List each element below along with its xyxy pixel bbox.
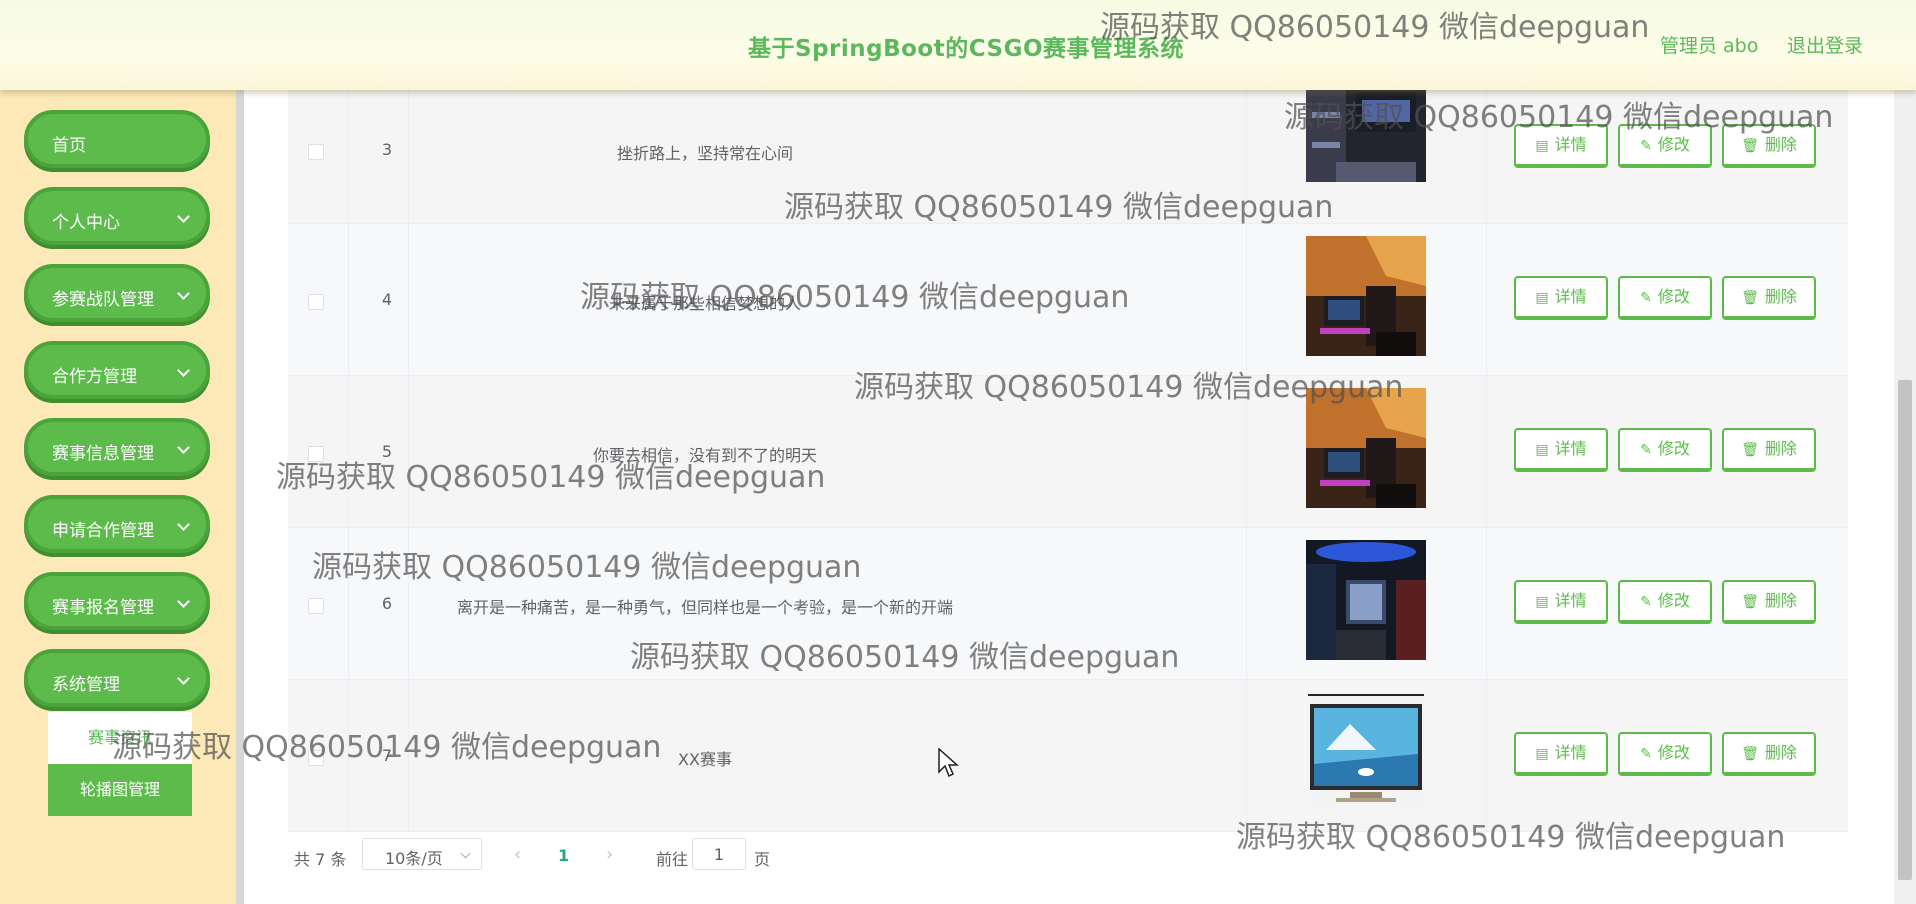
edit-button[interactable]: ✎ 修改 bbox=[1618, 732, 1712, 776]
document-icon: ▤ bbox=[1535, 290, 1549, 306]
delete-button[interactable]: 🗑 删除 bbox=[1722, 428, 1816, 472]
sidebar-item-teams[interactable]: 参赛战队管理 bbox=[24, 264, 210, 322]
row-title: 挫折路上，坚持常在心间 bbox=[616, 144, 793, 163]
row-checkbox[interactable] bbox=[308, 144, 324, 160]
document-icon: ▤ bbox=[1535, 442, 1549, 458]
sidebar-item-label: 合作方管理 bbox=[52, 367, 137, 387]
table-row: 5 你要去相信，没有到不了的明天 ▤ 详情 ✎ 修改 🗑 删除 bbox=[288, 376, 1848, 528]
current-user-label: 管理员 abo bbox=[1660, 35, 1759, 57]
delete-button[interactable]: 🗑 删除 bbox=[1722, 732, 1816, 776]
row-checkbox[interactable] bbox=[308, 598, 324, 614]
trash-icon: 🗑 bbox=[1741, 290, 1759, 306]
page-size-select[interactable]: 10条/页 bbox=[362, 838, 482, 870]
sidebar-item-registration[interactable]: 赛事报名管理 bbox=[24, 572, 210, 630]
pencil-icon: ✎ bbox=[1640, 290, 1652, 306]
row-title: 你要去相信，没有到不了的明天 bbox=[592, 446, 817, 465]
sidebar-item-partners[interactable]: 合作方管理 bbox=[24, 341, 210, 399]
chevron-down-icon bbox=[177, 595, 190, 608]
submenu-item-news[interactable]: 赛事资讯 bbox=[48, 712, 192, 764]
blue-room-icon bbox=[1306, 540, 1426, 660]
chevron-down-icon bbox=[177, 364, 190, 377]
next-page-icon[interactable]: › bbox=[606, 844, 613, 865]
chevron-down-icon bbox=[177, 287, 190, 300]
tv-mountain-icon bbox=[1306, 694, 1426, 814]
pencil-icon: ✎ bbox=[1640, 442, 1652, 458]
document-icon: ▤ bbox=[1535, 746, 1549, 762]
pencil-icon: ✎ bbox=[1640, 138, 1652, 154]
trash-icon: 🗑 bbox=[1741, 594, 1759, 610]
edit-button[interactable]: ✎ 修改 bbox=[1618, 428, 1712, 472]
sidebar-item-home[interactable]: 首页 bbox=[24, 110, 210, 168]
total-count: 共 7 条 bbox=[294, 850, 347, 869]
chevron-down-icon bbox=[460, 848, 471, 859]
sidebar-item-cooperation[interactable]: 申请合作管理 bbox=[24, 495, 210, 553]
current-page-number[interactable]: 1 bbox=[558, 846, 569, 865]
sidebar-item-label: 赛事报名管理 bbox=[52, 598, 154, 618]
detail-button[interactable]: ▤ 详情 bbox=[1514, 428, 1608, 472]
chevron-down-icon bbox=[177, 210, 190, 223]
row-index: 5 bbox=[381, 442, 393, 461]
goto-page-input[interactable] bbox=[692, 838, 746, 870]
document-icon: ▤ bbox=[1535, 594, 1549, 610]
chevron-down-icon bbox=[177, 518, 190, 531]
sidebar-item-label: 申请合作管理 bbox=[52, 521, 154, 541]
pencil-icon: ✎ bbox=[1640, 746, 1652, 762]
trash-icon: 🗑 bbox=[1741, 138, 1759, 154]
document-icon: ▤ bbox=[1535, 138, 1549, 154]
sidebar-item-event-info[interactable]: 赛事信息管理 bbox=[24, 418, 210, 476]
table-row: 3 挫折路上，坚持常在心间 ▤ 详情 ✎ 修改 🗑 删除 bbox=[288, 72, 1848, 224]
table-row: 4 未来属于那些相信梦想的人 ▤ 详情 ✎ 修改 🗑 删除 bbox=[288, 224, 1848, 376]
page-unit-label: 页 bbox=[754, 850, 771, 869]
sidebar-item-label: 首页 bbox=[52, 136, 86, 156]
row-title: 离开是一种痛苦，是一种勇气，但同样也是一个考验，是一个新的开端 bbox=[456, 598, 953, 617]
delete-button[interactable]: 🗑 删除 bbox=[1722, 276, 1816, 320]
chevron-down-icon bbox=[177, 441, 190, 454]
trash-icon: 🗑 bbox=[1741, 442, 1759, 458]
edit-button[interactable]: ✎ 修改 bbox=[1618, 580, 1712, 624]
gaming-room-icon bbox=[1306, 236, 1426, 356]
row-index: 3 bbox=[381, 140, 393, 159]
sidebar-item-label: 参赛战队管理 bbox=[52, 290, 154, 310]
logout-link[interactable]: 退出登录 bbox=[1787, 31, 1863, 58]
detail-button[interactable]: ▤ 详情 bbox=[1514, 276, 1608, 320]
delete-button[interactable]: 🗑 删除 bbox=[1722, 580, 1816, 624]
sidebar-item-personal-center[interactable]: 个人中心 bbox=[24, 187, 210, 245]
row-checkbox[interactable] bbox=[308, 750, 324, 766]
row-index: 4 bbox=[381, 290, 393, 309]
gaming-room-icon bbox=[1306, 388, 1426, 508]
goto-label: 前往 bbox=[656, 850, 689, 869]
edit-button[interactable]: ✎ 修改 bbox=[1618, 276, 1712, 320]
submenu-item-carousel[interactable]: 轮播图管理 bbox=[48, 764, 192, 816]
detail-button[interactable]: ▤ 详情 bbox=[1514, 124, 1608, 168]
row-title: XX赛事 bbox=[678, 750, 732, 769]
scrollbar-thumb[interactable] bbox=[1898, 380, 1912, 880]
detail-button[interactable]: ▤ 详情 bbox=[1514, 580, 1608, 624]
row-index: 6 bbox=[381, 594, 393, 613]
detail-button[interactable]: ▤ 详情 bbox=[1514, 732, 1608, 776]
row-checkbox[interactable] bbox=[308, 294, 324, 310]
pagination: 共 7 条 10条/页 ‹ 1 › 前往 页 bbox=[288, 838, 988, 874]
delete-button[interactable]: 🗑 删除 bbox=[1722, 124, 1816, 168]
row-index: 7 bbox=[381, 746, 393, 765]
row-title: 未来属于那些相信梦想的人 bbox=[608, 294, 801, 313]
vertical-scrollbar[interactable] bbox=[1894, 90, 1916, 904]
pencil-icon: ✎ bbox=[1640, 594, 1652, 610]
mouse-cursor-icon bbox=[938, 747, 960, 782]
prev-page-icon[interactable]: ‹ bbox=[514, 844, 521, 865]
edit-button[interactable]: ✎ 修改 bbox=[1618, 124, 1712, 168]
table-row: 6 离开是一种痛苦，是一种勇气，但同样也是一个考验，是一个新的开端 ▤ 详情 ✎ 修… bbox=[288, 528, 1848, 680]
trash-icon: 🗑 bbox=[1741, 746, 1759, 762]
table-row: 7 XX赛事 ▤ 详情 ✎ 修改 🗑 删除 bbox=[288, 680, 1848, 832]
chevron-down-icon bbox=[177, 672, 190, 685]
sidebar-item-label: 赛事信息管理 bbox=[52, 444, 154, 464]
app-title: 基于SpringBoot的CSGO赛事管理系统 bbox=[748, 36, 1185, 62]
sidebar-item-label: 个人中心 bbox=[52, 213, 120, 233]
data-table: 3 挫折路上，坚持常在心间 ▤ 详情 ✎ 修改 🗑 删除 4 未来属于那些相信梦想的人 bbox=[288, 72, 1848, 832]
row-checkbox[interactable] bbox=[308, 446, 324, 462]
system-submenu: 赛事资讯 轮播图管理 bbox=[48, 712, 192, 816]
sidebar-item-system[interactable]: 系统管理 bbox=[24, 649, 210, 707]
sidebar-item-label: 系统管理 bbox=[52, 675, 120, 695]
top-header: 基于SpringBoot的CSGO赛事管理系统 管理员 abo 退出登录 bbox=[0, 0, 1916, 90]
